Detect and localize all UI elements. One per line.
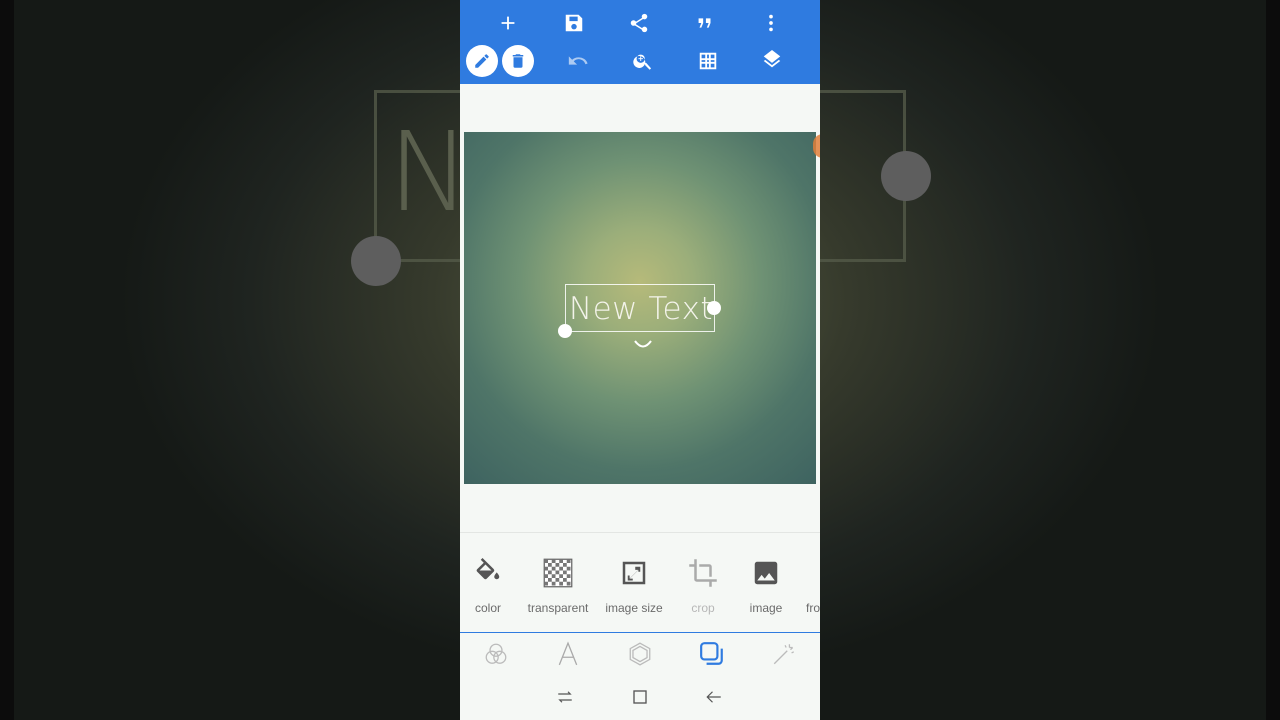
tab-magic[interactable] — [769, 639, 799, 669]
quote-button[interactable] — [687, 5, 723, 41]
tool-image-size[interactable]: image size — [594, 557, 674, 615]
background-ghost-handle-left — [351, 236, 401, 286]
right-edge — [1266, 0, 1280, 720]
grid-icon — [699, 52, 717, 70]
back-icon — [706, 691, 721, 703]
orange-indicator — [813, 134, 820, 158]
quote-icon — [698, 18, 711, 28]
text-a-icon — [558, 641, 578, 666]
background-ghost-handle-right — [881, 151, 931, 201]
home-icon — [633, 690, 647, 704]
bottom-tab-bar — [460, 632, 820, 672]
more-options-button[interactable] — [753, 5, 789, 41]
back-button[interactable] — [703, 686, 725, 708]
tab-layers[interactable] — [697, 639, 727, 669]
tab-effects[interactable] — [481, 639, 511, 669]
crop-icon — [689, 559, 717, 587]
layers-button[interactable] — [754, 43, 790, 79]
layers-square-icon — [700, 642, 723, 665]
hexagon-icon — [629, 642, 651, 666]
recent-apps-icon — [558, 691, 572, 703]
share-button[interactable] — [621, 5, 657, 41]
tool-transparent-label: transparent — [527, 601, 589, 615]
delete-button[interactable] — [502, 45, 534, 77]
delete-icon — [512, 54, 524, 68]
color-circles-icon — [485, 643, 507, 664]
system-navigation-bar — [460, 672, 820, 720]
left-edge — [0, 0, 14, 720]
rotate-handle-icon[interactable] — [633, 340, 653, 350]
editing-canvas[interactable]: New Text — [464, 132, 820, 484]
tab-shapes[interactable] — [625, 639, 655, 669]
tool-partial-label: fro — [806, 601, 820, 615]
grid-button[interactable] — [690, 43, 726, 79]
paint-bucket-icon — [476, 558, 500, 580]
text-layer-content: New Text — [568, 291, 714, 327]
layers-icon — [763, 50, 781, 68]
undo-button[interactable] — [560, 43, 596, 79]
checkerboard-icon — [543, 558, 573, 588]
top-toolbar — [460, 0, 820, 84]
tool-image-size-label: image size — [605, 601, 663, 615]
phone-screen: New Text color transparent image size cr… — [460, 0, 820, 720]
magic-wand-icon — [773, 644, 795, 665]
tab-text[interactable] — [553, 639, 583, 669]
image-icon — [754, 561, 778, 585]
save-icon — [565, 14, 583, 32]
tool-transparent[interactable]: transparent — [518, 557, 598, 615]
resize-handle-right[interactable] — [707, 301, 721, 315]
home-button[interactable] — [629, 686, 651, 708]
edit-button[interactable] — [466, 45, 498, 77]
tools-panel: color transparent image size crop image … — [460, 532, 820, 632]
recent-apps-button[interactable] — [554, 686, 576, 708]
more-vert-icon — [769, 14, 773, 32]
save-button[interactable] — [556, 5, 592, 41]
add-button[interactable] — [490, 5, 526, 41]
undo-icon — [568, 56, 588, 65]
share-icon — [630, 13, 648, 33]
add-icon — [501, 16, 515, 30]
zoom-in-icon — [633, 54, 652, 70]
resize-icon — [622, 561, 646, 585]
zoom-button[interactable] — [625, 43, 661, 79]
edit-icon — [475, 54, 489, 68]
resize-handle-left[interactable] — [558, 324, 572, 338]
tool-partial[interactable]: fro — [792, 557, 820, 615]
text-layer-box[interactable]: New Text — [565, 284, 715, 332]
